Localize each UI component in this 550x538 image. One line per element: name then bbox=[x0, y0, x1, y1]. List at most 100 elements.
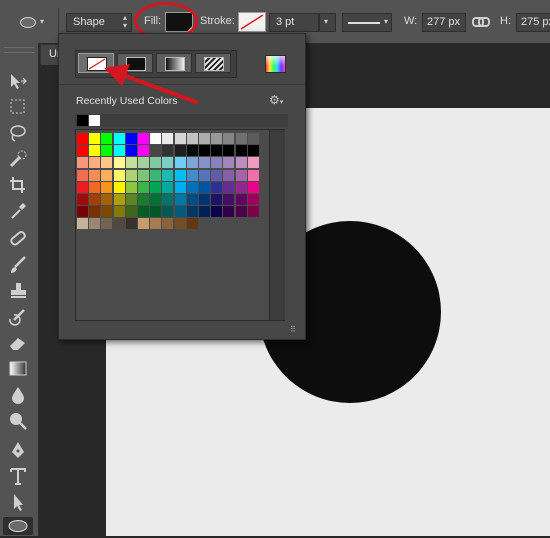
path-selection-tool-icon[interactable] bbox=[6, 492, 30, 512]
color-swatch[interactable] bbox=[101, 157, 113, 169]
color-swatch[interactable] bbox=[211, 194, 223, 205]
color-swatch[interactable] bbox=[247, 206, 259, 218]
color-swatch[interactable] bbox=[77, 157, 88, 169]
color-swatch[interactable] bbox=[199, 145, 210, 157]
link-icon[interactable] bbox=[472, 15, 490, 27]
color-swatch[interactable] bbox=[125, 218, 137, 230]
color-swatch[interactable] bbox=[138, 145, 149, 157]
color-swatch[interactable] bbox=[174, 206, 186, 218]
color-swatch[interactable] bbox=[247, 133, 259, 144]
color-swatch[interactable] bbox=[89, 157, 101, 169]
color-swatch[interactable] bbox=[113, 181, 125, 193]
color-swatch[interactable] bbox=[247, 169, 259, 181]
color-swatch[interactable] bbox=[223, 157, 235, 169]
color-swatch[interactable] bbox=[77, 145, 88, 157]
brush-tool-icon[interactable] bbox=[6, 255, 30, 275]
color-swatch[interactable] bbox=[101, 206, 113, 218]
move-tool-icon[interactable] bbox=[6, 71, 30, 91]
color-swatch[interactable] bbox=[211, 206, 223, 218]
color-swatch[interactable] bbox=[89, 218, 101, 230]
color-swatch[interactable] bbox=[247, 145, 259, 157]
color-swatch[interactable] bbox=[162, 157, 174, 169]
color-swatch[interactable] bbox=[174, 145, 186, 157]
color-swatch[interactable] bbox=[113, 133, 125, 144]
color-swatch[interactable] bbox=[162, 206, 174, 218]
color-swatch[interactable] bbox=[150, 206, 162, 218]
color-swatch[interactable] bbox=[150, 145, 162, 157]
color-swatch[interactable] bbox=[89, 145, 101, 157]
marquee-tool-icon[interactable] bbox=[6, 97, 30, 117]
color-swatch[interactable] bbox=[186, 145, 198, 157]
stamp-tool-icon[interactable] bbox=[6, 281, 30, 301]
color-swatch[interactable] bbox=[199, 206, 210, 218]
color-swatch[interactable] bbox=[125, 181, 137, 193]
color-swatch[interactable] bbox=[211, 145, 223, 157]
healing-brush-tool-icon[interactable] bbox=[6, 229, 30, 249]
color-swatch[interactable] bbox=[101, 145, 113, 157]
resize-grip-icon[interactable]: ⠿ bbox=[290, 326, 300, 336]
color-swatch[interactable] bbox=[186, 181, 198, 193]
color-swatch[interactable] bbox=[125, 157, 137, 169]
color-swatch[interactable] bbox=[89, 206, 101, 218]
color-swatch[interactable] bbox=[199, 157, 210, 169]
color-swatch[interactable] bbox=[186, 194, 198, 205]
color-swatch[interactable] bbox=[235, 206, 247, 218]
color-swatch[interactable] bbox=[186, 206, 198, 218]
eyedropper-tool-icon[interactable] bbox=[6, 201, 30, 221]
color-swatch[interactable] bbox=[101, 133, 113, 144]
color-swatch[interactable] bbox=[138, 218, 149, 230]
color-swatch[interactable] bbox=[150, 181, 162, 193]
type-tool-icon[interactable] bbox=[6, 466, 30, 486]
color-picker-button[interactable] bbox=[265, 55, 286, 73]
recent-color-swatch[interactable] bbox=[89, 115, 100, 126]
color-swatch[interactable] bbox=[101, 218, 113, 230]
color-swatch[interactable] bbox=[138, 181, 149, 193]
color-swatch[interactable] bbox=[199, 181, 210, 193]
color-swatch[interactable] bbox=[186, 133, 198, 144]
color-swatch[interactable] bbox=[77, 169, 88, 181]
pen-tool-icon[interactable] bbox=[6, 440, 30, 460]
color-swatch[interactable] bbox=[235, 194, 247, 205]
color-swatch[interactable] bbox=[162, 133, 174, 144]
color-swatch[interactable] bbox=[235, 181, 247, 193]
color-swatch[interactable] bbox=[101, 181, 113, 193]
color-swatch[interactable] bbox=[77, 206, 88, 218]
tool-preset-picker[interactable]: ▾ bbox=[14, 14, 52, 30]
color-swatch[interactable] bbox=[211, 133, 223, 144]
color-swatch[interactable] bbox=[125, 194, 137, 205]
blur-tool-icon[interactable] bbox=[6, 385, 30, 405]
history-brush-tool-icon[interactable] bbox=[6, 307, 30, 327]
color-swatch[interactable] bbox=[77, 218, 88, 230]
color-swatch[interactable] bbox=[211, 157, 223, 169]
color-swatch[interactable] bbox=[125, 169, 137, 181]
recent-color-swatch[interactable] bbox=[77, 115, 88, 126]
swatches-scrollbar[interactable] bbox=[269, 130, 285, 320]
color-swatch[interactable] bbox=[247, 157, 259, 169]
color-swatch[interactable] bbox=[101, 194, 113, 205]
color-swatch[interactable] bbox=[223, 133, 235, 144]
color-swatch[interactable] bbox=[150, 194, 162, 205]
color-swatch[interactable] bbox=[162, 169, 174, 181]
color-swatch[interactable] bbox=[174, 169, 186, 181]
color-swatch[interactable] bbox=[113, 206, 125, 218]
stroke-type-select[interactable]: ▾ bbox=[342, 13, 392, 32]
tool-mode-select[interactable]: Shape ▴ ▾ bbox=[66, 13, 132, 32]
gradient-tool-icon[interactable] bbox=[6, 359, 30, 379]
color-swatch[interactable] bbox=[223, 145, 235, 157]
color-swatch[interactable] bbox=[138, 133, 149, 144]
color-swatch[interactable] bbox=[150, 218, 162, 230]
color-swatch[interactable] bbox=[186, 169, 198, 181]
color-swatch[interactable] bbox=[235, 133, 247, 144]
stroke-width-dropdown[interactable]: ▾ bbox=[319, 13, 336, 32]
color-swatch[interactable] bbox=[211, 169, 223, 181]
color-swatch[interactable] bbox=[89, 133, 101, 144]
color-swatch[interactable] bbox=[162, 194, 174, 205]
color-swatch[interactable] bbox=[247, 181, 259, 193]
color-swatch[interactable] bbox=[125, 133, 137, 144]
color-swatch[interactable] bbox=[186, 157, 198, 169]
stroke-width-field[interactable]: 3 pt bbox=[269, 13, 319, 32]
color-swatch[interactable] bbox=[247, 194, 259, 205]
color-swatch[interactable] bbox=[162, 218, 174, 230]
color-swatch[interactable] bbox=[77, 181, 88, 193]
color-swatch[interactable] bbox=[77, 133, 88, 144]
